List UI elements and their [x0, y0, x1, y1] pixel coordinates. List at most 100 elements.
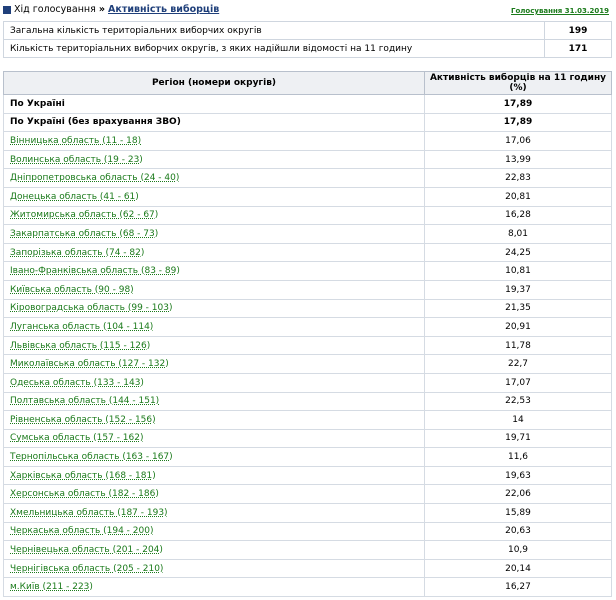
region-cell: Донецька область (41 - 61) — [3, 186, 425, 207]
table-row: Харківська область (168 - 181) 19,63 — [3, 465, 612, 486]
region-link[interactable]: Чернігівська область (205 - 210) — [10, 564, 163, 574]
region-link[interactable]: Чернівецька область (201 - 204) — [10, 545, 163, 555]
region-cell: Луганська область (104 - 114) — [3, 317, 425, 337]
turnout-value: 22,06 — [424, 484, 612, 505]
breadcrumb: Хід голосування » Активність виборців — [14, 4, 219, 15]
region-cell: м.Київ (211 - 223) — [3, 577, 425, 598]
turnout-value: 24,25 — [424, 242, 612, 263]
summary-value: 171 — [544, 39, 612, 58]
region-link[interactable]: Тернопільська область (163 - 167) — [10, 452, 173, 462]
region-cell: Хмельницька область (187 - 193) — [3, 503, 425, 523]
region-cell: Вінницька область (11 - 18) — [3, 131, 425, 151]
region-cell: Сумська область (157 - 162) — [3, 428, 425, 449]
region-cell: Черкаська область (194 - 200) — [3, 521, 425, 542]
region-link[interactable]: Черкаська область (194 - 200) — [10, 526, 153, 536]
turnout-table-body: По Україні 17,89 По Україні (без врахуванн… — [3, 94, 612, 598]
turnout-value: 10,9 — [424, 540, 612, 560]
table-row: Полтавська область (144 - 151) 22,53 — [3, 391, 612, 412]
region-cell: Закарпатська область (68 - 73) — [3, 224, 425, 244]
region-link[interactable]: Запорізька область (74 - 82) — [10, 248, 144, 258]
region-total-label: По Україні (без врахування ЗВО) — [10, 117, 181, 128]
turnout-value: 17,89 — [424, 94, 612, 114]
turnout-value: 14 — [424, 410, 612, 430]
turnout-value: 17,89 — [424, 112, 612, 133]
region-link[interactable]: Миколаївська область (127 - 132) — [10, 359, 169, 369]
table-row: Вінницька область (11 - 18) 17,06 — [3, 131, 612, 151]
turnout-value: 20,63 — [424, 521, 612, 542]
region-cell: Рівненська область (152 - 156) — [3, 410, 425, 430]
table-row: Запорізька область (74 - 82) 24,25 — [3, 242, 612, 263]
turnout-value: 17,07 — [424, 372, 612, 393]
summary-value: 199 — [544, 21, 612, 40]
breadcrumb-separator: » — [98, 4, 105, 15]
turnout-value: 19,37 — [424, 279, 612, 300]
table-row: Чернігівська область (205 - 210) 20,14 — [3, 558, 612, 579]
table-row: Івано-Франківська область (83 - 89) 10,81 — [3, 261, 612, 281]
turnout-value: 11,78 — [424, 335, 612, 356]
turnout-value: 11,6 — [424, 447, 612, 467]
region-link[interactable]: Київська область (90 - 98) — [10, 285, 134, 295]
region-cell: Полтавська область (144 - 151) — [3, 391, 425, 412]
region-cell: Житомирська область (62 - 67) — [3, 205, 425, 226]
summary-label: Кількість територіальних виборчих округі… — [3, 39, 545, 58]
region-link[interactable]: Дніпропетровська область (24 - 40) — [10, 173, 179, 183]
turnout-value: 13,99 — [424, 149, 612, 170]
table-row: Тернопільська область (163 - 167) 11,6 — [3, 447, 612, 467]
table-row: Київська область (90 - 98) 19,37 — [3, 279, 612, 300]
region-cell: Дніпропетровська область (24 - 40) — [3, 168, 425, 188]
region-link[interactable]: Луганська область (104 - 114) — [10, 322, 153, 332]
table-row: м.Київ (211 - 223) 16,27 — [3, 577, 612, 598]
region-link[interactable]: Вінницька область (11 - 18) — [10, 136, 141, 146]
turnout-value: 16,28 — [424, 205, 612, 226]
region-cell: Чернівецька область (201 - 204) — [3, 540, 425, 560]
region-cell: По Україні — [3, 94, 425, 114]
election-date-link[interactable]: Голосування 31.03.2019 — [511, 7, 609, 15]
region-link[interactable]: Донецька область (41 - 61) — [10, 192, 139, 202]
turnout-value: 21,35 — [424, 298, 612, 319]
table-row: Херсонська область (182 - 186) 22,06 — [3, 484, 612, 505]
column-header-region: Регіон (номери округів) — [3, 71, 425, 95]
region-link[interactable]: Івано-Франківська область (83 - 89) — [10, 266, 180, 276]
region-link[interactable]: м.Київ (211 - 223) — [10, 582, 93, 592]
turnout-table: Регіон (номери округів) Активність вибор… — [3, 71, 612, 598]
region-cell: Харківська область (168 - 181) — [3, 465, 425, 486]
region-cell: Запорізька область (74 - 82) — [3, 242, 425, 263]
region-link[interactable]: Рівненська область (152 - 156) — [10, 415, 156, 425]
region-cell: Тернопільська область (163 - 167) — [3, 447, 425, 467]
region-link[interactable]: Кіровоградська область (99 - 103) — [10, 303, 172, 313]
table-row: Хмельницька область (187 - 193) 15,89 — [3, 503, 612, 523]
region-link[interactable]: Сумська область (157 - 162) — [10, 433, 144, 443]
region-link[interactable]: Полтавська область (144 - 151) — [10, 396, 159, 406]
region-cell: Івано-Франківська область (83 - 89) — [3, 261, 425, 281]
table-row: Рівненська область (152 - 156) 14 — [3, 410, 612, 430]
column-header-activity: Активність виборців на 11 годину (%) — [424, 71, 612, 95]
region-cell: Львівська область (115 - 126) — [3, 335, 425, 356]
region-cell: Кіровоградська область (99 - 103) — [3, 298, 425, 319]
region-link[interactable]: Волинська область (19 - 23) — [10, 155, 143, 165]
table-row: Дніпропетровська область (24 - 40) 22,83 — [3, 168, 612, 188]
region-link[interactable]: Хмельницька область (187 - 193) — [10, 508, 168, 518]
table-row: Одеська область (133 - 143) 17,07 — [3, 372, 612, 393]
turnout-value: 19,71 — [424, 428, 612, 449]
turnout-value: 16,27 — [424, 577, 612, 598]
table-row: Житомирська область (62 - 67) 16,28 — [3, 205, 612, 226]
region-link[interactable]: Одеська область (133 - 143) — [10, 378, 144, 388]
region-link[interactable]: Житомирська область (62 - 67) — [10, 210, 158, 220]
turnout-value: 15,89 — [424, 503, 612, 523]
table-row: Черкаська область (194 - 200) 20,63 — [3, 521, 612, 542]
region-link[interactable]: Львівська область (115 - 126) — [10, 341, 150, 351]
table-row: По Україні 17,89 — [3, 94, 612, 114]
breadcrumb-current-link[interactable]: Активність виборців — [108, 4, 219, 15]
summary-row-total: Загальна кількість територіальних виборч… — [3, 21, 612, 40]
table-row: Чернівецька область (201 - 204) 10,9 — [3, 540, 612, 560]
region-link[interactable]: Харківська область (168 - 181) — [10, 471, 156, 481]
turnout-value: 20,14 — [424, 558, 612, 579]
turnout-value: 20,91 — [424, 317, 612, 337]
region-link[interactable]: Закарпатська область (68 - 73) — [10, 229, 158, 239]
breadcrumb-parent[interactable]: Хід голосування — [14, 4, 96, 15]
summary-row-reported: Кількість територіальних виборчих округі… — [3, 39, 612, 58]
turnout-value: 20,81 — [424, 186, 612, 207]
table-row: Луганська область (104 - 114) 20,91 — [3, 317, 612, 337]
table-row: По Україні (без врахування ЗВО) 17,89 — [3, 112, 612, 133]
region-link[interactable]: Херсонська область (182 - 186) — [10, 489, 159, 499]
